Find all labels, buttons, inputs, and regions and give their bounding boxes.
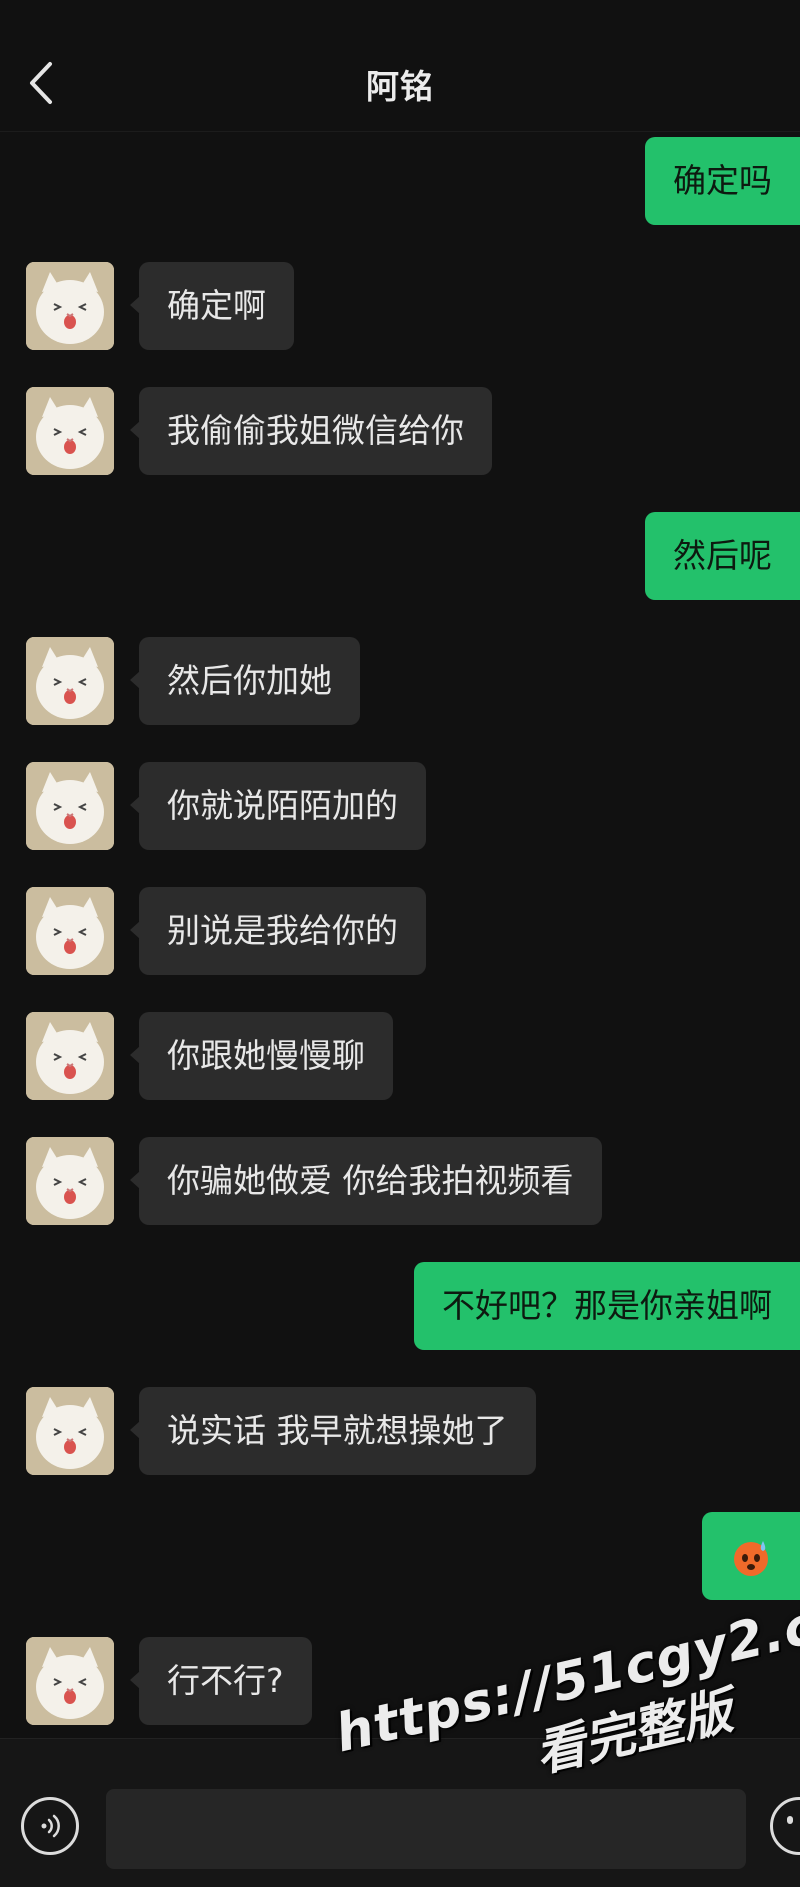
- voice-icon: [41, 1814, 60, 1838]
- message-bubble-incoming[interactable]: 别说是我给你的: [130, 887, 426, 975]
- avatar[interactable]: [26, 887, 114, 975]
- message-bubble-incoming[interactable]: 我偷偷我姐微信给你: [130, 387, 492, 475]
- message-bubble-incoming[interactable]: 确定啊: [130, 262, 294, 350]
- input-bar: [0, 1738, 800, 1887]
- avatar[interactable]: [26, 762, 114, 850]
- message-input[interactable]: [106, 1789, 746, 1869]
- avatar[interactable]: [26, 1637, 114, 1725]
- message-bubble-incoming[interactable]: 你跟她慢慢聊: [130, 1012, 393, 1100]
- message-bubble-incoming[interactable]: 行不行?: [130, 1637, 312, 1725]
- watermark-url: https://51cgy2.com: [330, 1574, 800, 1765]
- message-bubble-outgoing[interactable]: 不好吧？那是你亲姐啊: [414, 1262, 800, 1350]
- cat-avatar-image: [26, 1012, 114, 1100]
- cat-avatar-image: [26, 637, 114, 725]
- cat-avatar-image: [26, 762, 114, 850]
- message-bubble-outgoing[interactable]: 然后呢: [645, 512, 800, 600]
- message-bubble-outgoing[interactable]: [702, 1512, 800, 1600]
- message-bubble-incoming[interactable]: 你就说陌陌加的: [130, 762, 426, 850]
- avatar[interactable]: [26, 1137, 114, 1225]
- chat-title: 阿铭: [366, 67, 434, 106]
- message-bubble-outgoing[interactable]: 确定吗: [645, 137, 800, 225]
- chat-header: 阿铭: [0, 0, 800, 132]
- cat-avatar-image: [26, 887, 114, 975]
- avatar[interactable]: [26, 262, 114, 350]
- cat-avatar-image: [26, 1637, 114, 1725]
- message-bubble-incoming[interactable]: 你骗她做爱 你给我拍视频看: [130, 1137, 602, 1225]
- cat-avatar-image: [26, 387, 114, 475]
- message-bubble-incoming[interactable]: 说实话 我早就想操她了: [130, 1387, 536, 1475]
- cat-avatar-image: [26, 262, 114, 350]
- cat-avatar-image: [26, 1137, 114, 1225]
- avatar[interactable]: [26, 1012, 114, 1100]
- avatar[interactable]: [26, 637, 114, 725]
- cat-avatar-image: [26, 1387, 114, 1475]
- sweating-face-emoji-icon: [734, 1540, 768, 1576]
- emoji-button[interactable]: [770, 1797, 800, 1855]
- voice-button[interactable]: [21, 1797, 79, 1855]
- message-bubble-incoming[interactable]: 然后你加她: [130, 637, 360, 725]
- avatar[interactable]: [26, 1387, 114, 1475]
- avatar[interactable]: [26, 387, 114, 475]
